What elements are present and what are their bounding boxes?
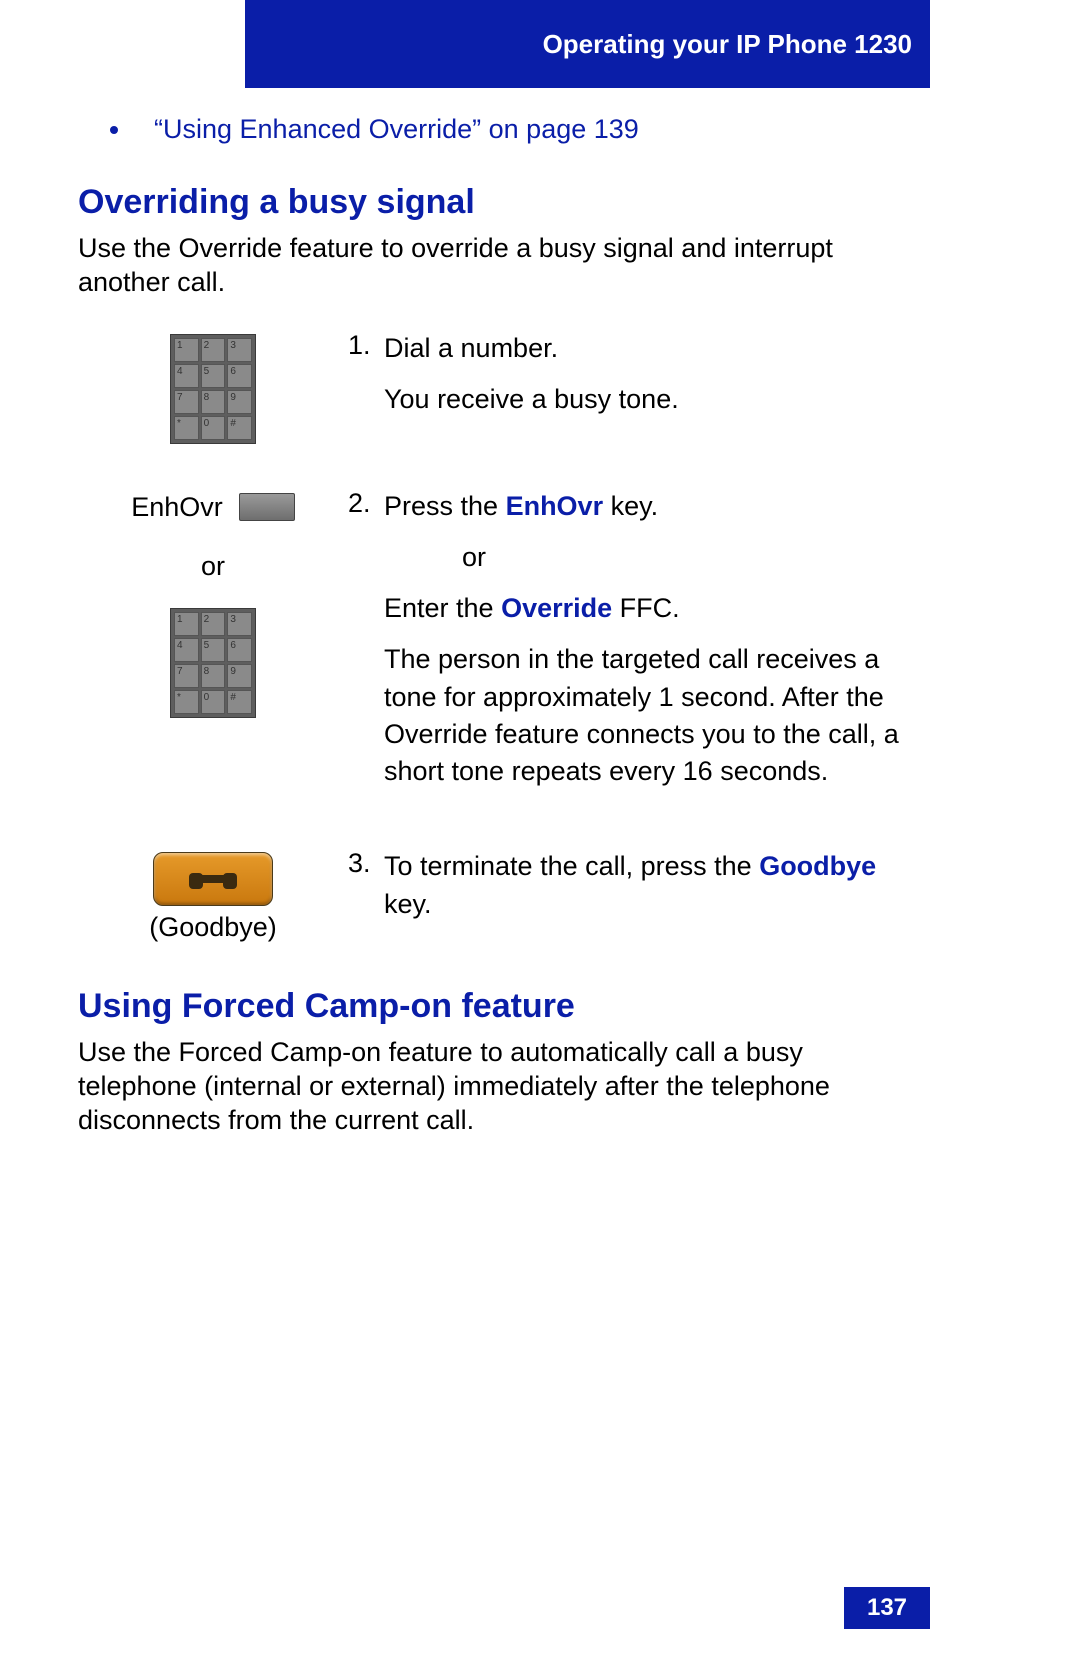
bullet-icon <box>110 126 118 134</box>
keypad-key: # <box>227 690 252 714</box>
keypad-key: 7 <box>174 390 199 414</box>
step-line: Dial a number. <box>384 330 679 367</box>
enhovr-key-illustration: EnhOvr <box>131 492 295 523</box>
step-row: (Goodbye) 3. To terminate the call, pres… <box>78 848 928 943</box>
page-content: “Using Enhanced Override” on page 139 Ov… <box>78 114 928 1168</box>
step-number: 1. <box>348 330 384 361</box>
section-intro-campon: Use the Forced Camp-on feature to automa… <box>78 1036 928 1137</box>
keypad-key: 6 <box>227 364 252 388</box>
section-heading-overriding: Overriding a busy signal <box>78 183 928 222</box>
keypad-icon: 1 2 3 4 5 6 7 8 9 * 0 # <box>170 608 256 718</box>
keypad-key: 5 <box>201 638 226 662</box>
step-line: Enter the Override FFC. <box>384 590 928 627</box>
step-number: 2. <box>348 488 384 519</box>
keypad-key: * <box>174 416 199 440</box>
toc-bullet-row: “Using Enhanced Override” on page 139 <box>78 114 928 145</box>
keypad-key: 4 <box>174 638 199 662</box>
keyword-override: Override <box>501 593 612 623</box>
keypad-key: 3 <box>227 338 252 362</box>
or-label: or <box>201 551 225 582</box>
softkey-icon <box>239 493 295 521</box>
keypad-key: 0 <box>201 690 226 714</box>
step-graphic-col: 1 2 3 4 5 6 7 8 9 * 0 # <box>78 330 348 444</box>
cross-reference-link[interactable]: “Using Enhanced Override” on page 139 <box>154 114 639 145</box>
step-text-col: 3. To terminate the call, press the Good… <box>348 848 928 937</box>
step-text: To terminate the call, press the Goodbye… <box>384 848 928 937</box>
text: To terminate the call, press the <box>384 851 759 881</box>
section-intro-overriding: Use the Override feature to override a b… <box>78 232 928 300</box>
step-row: EnhOvr or 1 2 3 4 5 6 7 8 9 * <box>78 488 928 805</box>
keypad-key: 3 <box>227 612 252 636</box>
document-page: Operating your IP Phone 1230 “Using Enha… <box>0 0 1080 1669</box>
keypad-key: 1 <box>174 338 199 362</box>
keypad-key: 9 <box>227 664 252 688</box>
text: Press the <box>384 491 506 521</box>
goodbye-key-icon <box>153 852 273 906</box>
keyword-goodbye: Goodbye <box>759 851 876 881</box>
text: Enter the <box>384 593 501 623</box>
keypad-icon: 1 2 3 4 5 6 7 8 9 * 0 # <box>170 334 256 444</box>
text: key. <box>603 491 658 521</box>
step-text: Dial a number. You receive a busy tone. <box>384 330 679 433</box>
step-graphic-col: (Goodbye) <box>78 848 348 943</box>
step-text-col: 2. Press the EnhOvr key. or Enter the Ov… <box>348 488 928 805</box>
step-row: 1 2 3 4 5 6 7 8 9 * 0 # 1. <box>78 330 928 444</box>
section-heading-campon: Using Forced Camp-on feature <box>78 987 928 1026</box>
keypad-key: 2 <box>201 612 226 636</box>
step-text: Press the EnhOvr key. or Enter the Overr… <box>384 488 928 805</box>
steps-list: 1 2 3 4 5 6 7 8 9 * 0 # 1. <box>78 330 928 944</box>
keypad-key: 1 <box>174 612 199 636</box>
goodbye-label: (Goodbye) <box>149 912 277 943</box>
handset-icon <box>189 869 237 889</box>
keypad-key: 8 <box>201 390 226 414</box>
keypad-key: 5 <box>201 364 226 388</box>
step-graphic-col: EnhOvr or 1 2 3 4 5 6 7 8 9 * <box>78 488 348 718</box>
step-line-or: or <box>384 539 564 576</box>
step-line: You receive a busy tone. <box>384 381 679 418</box>
step-line: To terminate the call, press the Goodbye… <box>384 848 928 923</box>
keypad-key: 6 <box>227 638 252 662</box>
keyword-enhovr: EnhOvr <box>506 491 604 521</box>
keypad-key: 0 <box>201 416 226 440</box>
step-text-col: 1. Dial a number. You receive a busy ton… <box>348 330 928 433</box>
keypad-key: # <box>227 416 252 440</box>
text: FFC. <box>612 593 680 623</box>
keypad-key: 4 <box>174 364 199 388</box>
text: key. <box>384 889 432 919</box>
keypad-key: 7 <box>174 664 199 688</box>
page-number-value: 137 <box>867 1594 907 1622</box>
step-number: 3. <box>348 848 384 879</box>
step-line: Press the EnhOvr key. <box>384 488 928 525</box>
keypad-key: 2 <box>201 338 226 362</box>
keypad-key: * <box>174 690 199 714</box>
keypad-key: 9 <box>227 390 252 414</box>
step-paragraph: The person in the targeted call receives… <box>384 641 928 790</box>
chapter-title: Operating your IP Phone 1230 <box>543 29 912 60</box>
keypad-key: 8 <box>201 664 226 688</box>
chapter-header: Operating your IP Phone 1230 <box>245 0 930 88</box>
page-number: 137 <box>844 1587 930 1629</box>
enhovr-label: EnhOvr <box>131 492 223 523</box>
